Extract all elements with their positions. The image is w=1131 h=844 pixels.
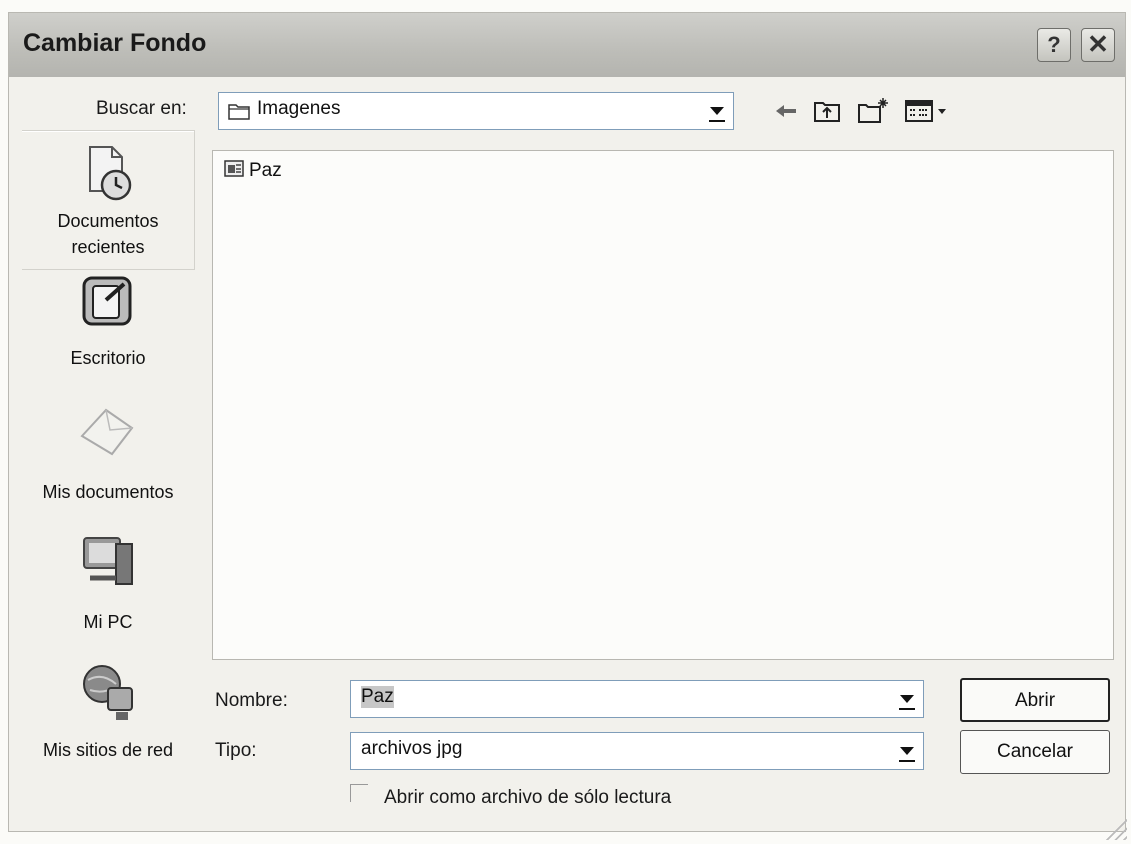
place-label: Escritorio	[70, 348, 146, 368]
filetype-label: Tipo:	[215, 740, 257, 761]
filename-input[interactable]: Paz	[350, 680, 924, 718]
file-list[interactable]: Paz	[212, 150, 1114, 660]
title-bar[interactable]: Cambiar Fondo ? ✕	[9, 13, 1125, 77]
image-folder-icon	[223, 157, 245, 184]
place-label: Mis documentos	[42, 482, 174, 502]
place-label: Mis sitios de red	[42, 740, 174, 760]
place-recent-documents[interactable]: Documentos recientes	[22, 130, 195, 270]
view-menu-icon[interactable]	[904, 96, 954, 126]
chevron-down-icon[interactable]	[703, 95, 731, 127]
place-my-documents[interactable]: Mis documentos	[22, 400, 194, 510]
my-computer-icon	[22, 530, 194, 595]
file-name: Paz	[249, 159, 282, 181]
desktop-icon	[22, 272, 194, 337]
filename-value: Paz	[361, 686, 394, 708]
lookin-dropdown[interactable]: Imagenes	[218, 92, 734, 130]
filetype-value: archivos jpg	[361, 738, 463, 759]
chevron-down-icon[interactable]	[893, 683, 921, 715]
readonly-label: Abrir como archivo de sólo lectura	[384, 787, 672, 808]
lookin-label: Buscar en:	[96, 98, 187, 119]
back-arrow-icon[interactable]	[772, 96, 800, 126]
filetype-dropdown[interactable]: archivos jpg	[350, 732, 924, 770]
place-network[interactable]: Mis sitios de red	[22, 660, 194, 770]
list-item[interactable]: Paz	[223, 157, 282, 184]
up-folder-icon[interactable]	[812, 96, 842, 126]
places-bar: Documentos recientes Escritorio Mis docu…	[22, 130, 195, 790]
network-places-icon	[22, 660, 194, 729]
open-button[interactable]: Abrir	[960, 678, 1110, 722]
new-folder-icon[interactable]	[856, 96, 890, 126]
close-button[interactable]: ✕	[1081, 28, 1115, 62]
recent-documents-icon	[22, 141, 194, 208]
readonly-checkbox[interactable]	[350, 784, 368, 802]
place-label-2: recientes	[71, 237, 145, 257]
help-button[interactable]: ?	[1037, 28, 1071, 62]
place-label: Mi PC	[83, 612, 133, 632]
my-documents-icon	[22, 400, 194, 465]
lookin-value: Imagenes	[257, 98, 341, 119]
place-desktop[interactable]: Escritorio	[22, 272, 194, 382]
folder-icon	[227, 101, 251, 126]
dialog-title: Cambiar Fondo	[23, 29, 207, 57]
place-my-computer[interactable]: Mi PC	[22, 530, 194, 640]
cancel-button[interactable]: Cancelar	[960, 730, 1110, 774]
chevron-down-icon[interactable]	[893, 735, 921, 767]
filename-label: Nombre:	[215, 690, 288, 711]
place-label: Documentos	[57, 211, 159, 231]
